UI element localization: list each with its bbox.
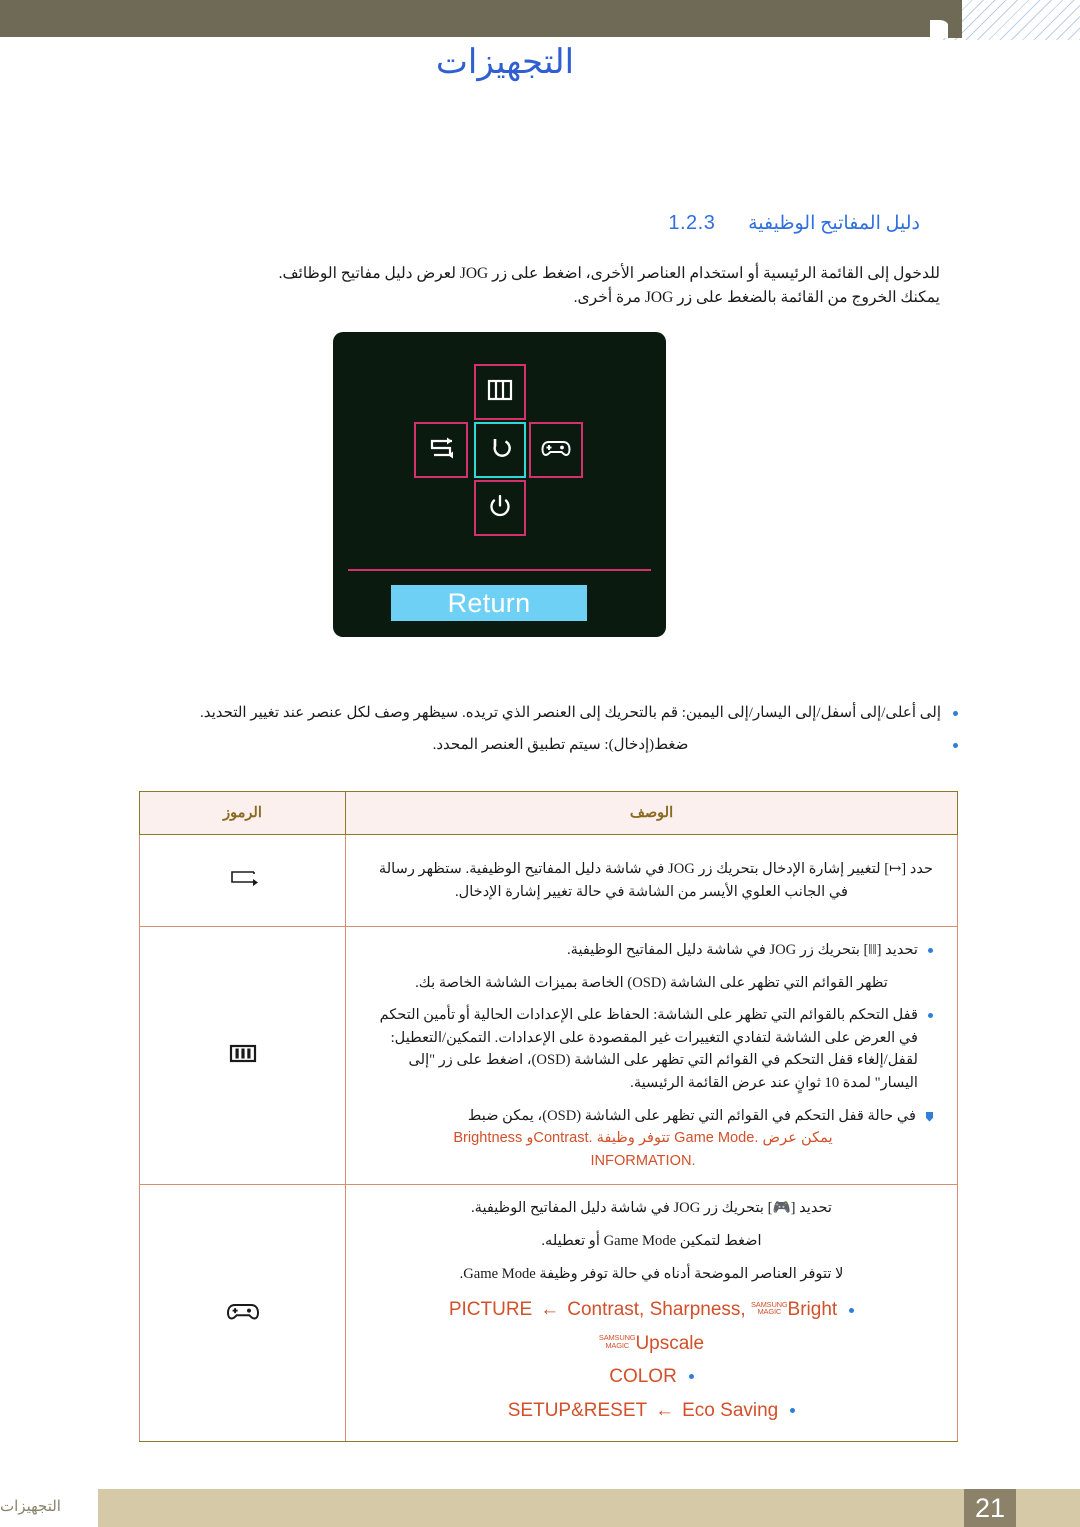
movement-notes-list: إلى أعلى/إلى أسفل/إلى اليسار/إلى اليمين:…	[140, 702, 958, 765]
intro-line-2: يمكنك الخروج من القائمة بالضغط على زر JO…	[573, 289, 940, 307]
return-arrow-icon	[487, 435, 513, 466]
menu-item-color-text: COLOR	[609, 1366, 677, 1388]
osd-key-up[interactable]	[474, 364, 526, 420]
row3-line-1: تحديد [🎮] بتحريك زر JOG في شاشة دليل الم…	[471, 1200, 832, 1217]
note-text-direction: إلى أعلى/إلى أسفل/إلى اليسار/إلى اليمين:…	[199, 705, 941, 721]
osd-key-cross	[333, 360, 666, 540]
table-header-symbols: الرموز	[139, 791, 346, 835]
samsung-magic-logo: SAMSUNG MAGIC	[599, 1334, 636, 1349]
section-heading-label: دليل المفاتيح الوظيفية	[748, 213, 920, 234]
bullet-dot-icon	[928, 1013, 933, 1019]
table-header-description: الوصف	[345, 791, 958, 835]
gamepad-icon	[540, 437, 572, 464]
source-loop-icon	[426, 435, 456, 466]
row2-plain-1: تظهر القوائم التي تظهر على الشاشة (OSD) …	[415, 974, 888, 991]
row1-line-2: في الجانب العلوي الأيسر من الشاشة في حال…	[454, 883, 849, 900]
samsung-magic-logo: SAMSUNG MAGIC	[751, 1301, 788, 1316]
table-cell-description: تحديد [🎮] بتحريك زر JOG في شاشة دليل الم…	[345, 1184, 958, 1443]
menu-item-setupreset: SETUP&RESET ← Eco Saving	[370, 1396, 933, 1425]
header-notch-fill	[948, 0, 962, 38]
page-title: التجهيزات	[0, 42, 1020, 82]
row3-menu-list: PICTURE ← Contrast, Sharpness, SAMSUNG MAGI…	[370, 1295, 933, 1425]
osd-key-center-return[interactable]	[474, 422, 526, 478]
section-heading: دليل المفاتيح الوظيفية 1.2.3	[0, 212, 920, 235]
intro-paragraph: للدخول إلى القائمة الرئيسية أو استخدام ا…	[140, 262, 940, 310]
header-color-bar	[0, 0, 962, 37]
bullet-dot-icon	[928, 948, 933, 953]
row2-bullet-2-text: قفل التحكم بالقوائم التي تظهر على الشاشة…	[379, 1007, 918, 1092]
menu-picture-label: PICTURE	[448, 1299, 533, 1321]
row2-bullet-2: قفل التحكم بالقوائم التي تظهر على الشاشة…	[370, 1004, 933, 1094]
menu-item-setupreset-text: SETUP&RESET ← Eco Saving	[508, 1396, 779, 1425]
menu-bars-icon	[487, 379, 513, 406]
osd-divider	[348, 569, 651, 571]
row2-bullet-1: تحديد [‖‖] بتحريك زر JOG في شاشة دليل ال…	[370, 939, 933, 962]
menu-setupreset-label: SETUP&RESET	[507, 1399, 648, 1421]
power-icon	[487, 493, 513, 524]
menu-item-upscale: SAMSUNG MAGIC Upscale	[370, 1329, 933, 1358]
menu-picture-magic-value: Bright	[787, 1299, 838, 1321]
table-row: تحديد [‖‖] بتحريك زر JOG في شاشة دليل ال…	[139, 925, 958, 1186]
note-item: إلى أعلى/إلى أسفل/إلى اليسار/إلى اليمين:…	[140, 702, 958, 725]
row2-bullet-3-wrap: في حالة قفل التحكم في القوائم التي تظهر …	[370, 1105, 916, 1173]
footer-page-number: 21	[964, 1489, 1016, 1527]
row2-bullet-3-text: في حالة قفل التحكم في القوائم التي تظهر …	[467, 1107, 916, 1124]
table-row: تحديد [🎮] بتحريك زر JOG في شاشة دليل الم…	[139, 1184, 958, 1443]
menu-upscale-value: Upscale	[635, 1332, 705, 1354]
table-cell-symbol	[139, 925, 346, 1186]
section-heading-number: 1.2.3	[668, 212, 716, 234]
bullet-square-icon	[926, 1111, 933, 1122]
row3-line-2: اضغط لتمكين Game Mode أو تعطيله.	[541, 1233, 762, 1250]
symbols-description-table: الوصف الرموز حدد [↦] لتغيير إشارة الإدخا…	[139, 791, 958, 1443]
table-head: الوصف الرموز	[139, 791, 958, 835]
menu-bars-icon	[228, 1041, 258, 1070]
bullet-dot-icon	[790, 1407, 796, 1413]
bullet-dot-icon	[849, 1307, 855, 1313]
source-loop-icon	[226, 865, 260, 896]
bullet-dot-icon	[953, 742, 958, 748]
row2-bullet-1-text: تحديد [‖‖] بتحريك زر JOG في شاشة دليل ال…	[566, 942, 918, 958]
menu-setupreset-targets: Eco Saving	[682, 1399, 779, 1421]
magic-bottom: MAGIC	[605, 1340, 629, 1350]
table-cell-symbol	[139, 834, 346, 927]
page-title-text: التجهيزات	[435, 42, 575, 82]
row2-bullet-3: في حالة قفل التحكم في القوائم التي تظهر …	[370, 1105, 933, 1173]
bullet-dot-icon	[953, 711, 958, 716]
intro-line-1: للدخول إلى القائمة الرئيسية أو استخدام ا…	[278, 265, 940, 282]
header-notch	[930, 20, 950, 38]
osd-key-right-gamemode[interactable]	[529, 422, 583, 478]
table-cell-description: حدد [↦] لتغيير إشارة الإدخال بتحريك زر J…	[345, 834, 958, 927]
menu-arrow-icon: ←	[655, 1399, 675, 1421]
osd-function-key-guide: Return	[333, 332, 666, 637]
table-header-row: الوصف الرموز	[139, 791, 958, 835]
osd-return-button[interactable]: Return	[391, 585, 587, 621]
menu-item-color: COLOR	[370, 1362, 933, 1391]
menu-picture-targets: Contrast, Sharpness,	[567, 1299, 751, 1321]
row1-line-1: حدد [↦] لتغيير إشارة الإدخال بتحريك زر J…	[378, 860, 933, 877]
menu-item-picture-text: PICTURE ← Contrast, Sharpness, SAMSUNG MAGI…	[449, 1295, 837, 1324]
table-cell-description: تحديد [‖‖] بتحريك زر JOG في شاشة دليل ال…	[345, 925, 958, 1186]
note-item: ضغط(إدخال): سيتم تطبيق العنصر المحدد.	[140, 734, 958, 757]
osd-key-left-source[interactable]	[414, 422, 468, 478]
magic-bottom: MAGIC	[757, 1307, 782, 1317]
table-cell-symbol	[139, 1184, 346, 1443]
menu-arrow-icon: ←	[540, 1299, 560, 1321]
footer-section-label-text: التجهيزات	[0, 1499, 61, 1515]
row3-line-3: لا تتوفر العناصر الموضحة أدناه في حالة ت…	[459, 1265, 844, 1282]
note-text-press: ضغط(إدخال): سيتم تطبيق العنصر المحدد.	[432, 736, 689, 753]
page-header-band	[0, 0, 1080, 40]
table-row: حدد [↦] لتغيير إشارة الإدخال بتحريك زر J…	[139, 834, 958, 927]
bullet-dot-icon	[688, 1374, 694, 1380]
osd-key-down-power[interactable]	[474, 480, 526, 536]
table-body: حدد [↦] لتغيير إشارة الإدخال بتحريك زر J…	[139, 834, 958, 1443]
gamepad-icon	[225, 1299, 261, 1328]
row2-bullet-3-highlight: Brightness وContrast. تتوفر وظيفة Game M…	[453, 1130, 833, 1147]
footer-section-label: التجهيزات	[0, 1497, 952, 1516]
row2-bullet-3-tail: INFORMATION.	[590, 1152, 696, 1169]
menu-item-picture: PICTURE ← Contrast, Sharpness, SAMSUNG MAGI…	[370, 1295, 933, 1324]
